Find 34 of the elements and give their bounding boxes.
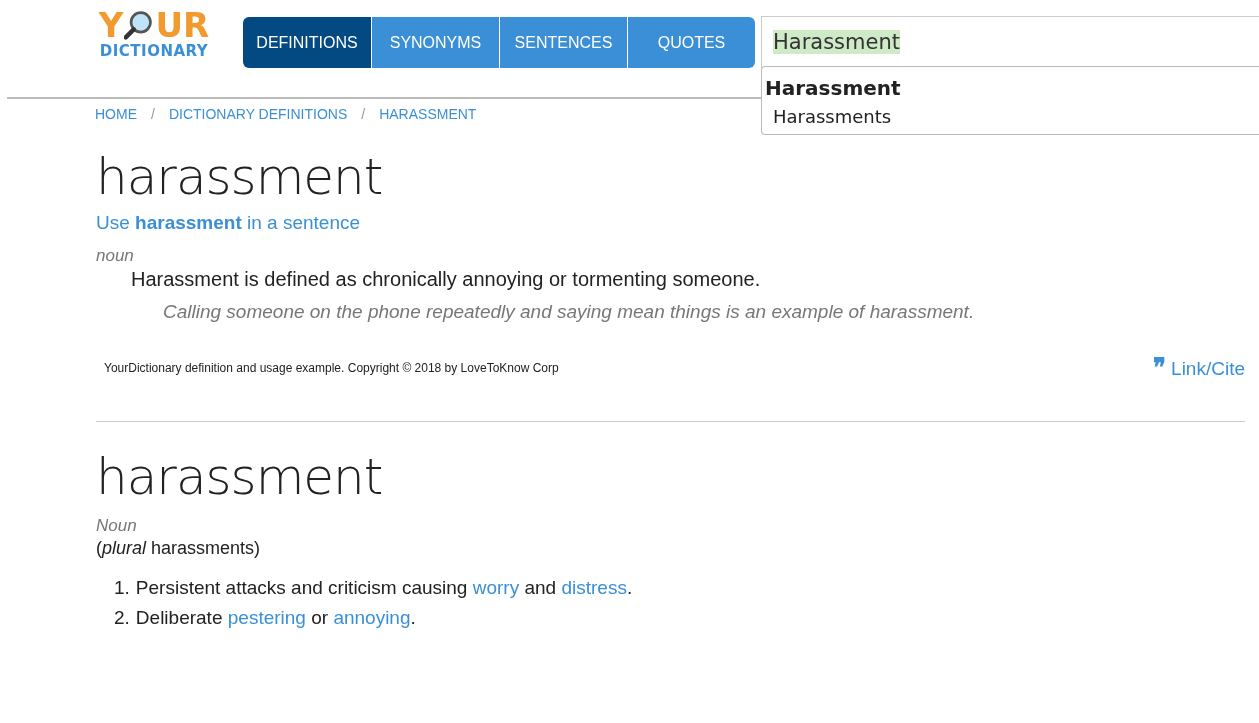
word-link[interactable]: distress: [561, 577, 627, 598]
nav-tab[interactable]: QUOTES: [627, 17, 755, 68]
nav-tab[interactable]: SENTENCES: [499, 17, 627, 68]
part-of-speech: noun: [96, 246, 135, 266]
cite-link[interactable]: ❞ Link/Cite: [1152, 353, 1245, 381]
headword: harassment: [96, 148, 384, 206]
sense-number: 1.: [114, 577, 130, 599]
breadcrumb-link[interactable]: HOME: [95, 106, 137, 122]
logo[interactable]: Y UR DICTIONARY: [92, 8, 216, 60]
example-sentence: Calling someone on the phone repeatedly and saying mean things is an example of harassment.: [163, 301, 976, 323]
definition-text: Harassment is defined as chronically annoying or tormenting someone.: [131, 268, 762, 291]
breadcrumb-link[interactable]: HARASSMENT: [379, 106, 477, 122]
sense-definition: Deliberate pestering or annoying.: [135, 607, 416, 629]
plural-form: (plural harassments): [96, 538, 262, 559]
part-of-speech: Noun: [96, 516, 138, 536]
word-link[interactable]: pestering: [227, 607, 306, 628]
sentence-link[interactable]: Use harassment in a sentence: [96, 212, 361, 234]
breadcrumb-separator: /: [151, 106, 155, 122]
nav-tab[interactable]: SYNONYMS: [371, 17, 499, 68]
suggestion-item[interactable]: Harassment: [762, 73, 1259, 103]
breadcrumb-link[interactable]: DICTIONARY DEFINITIONS: [168, 106, 348, 122]
word-link[interactable]: worry: [472, 577, 520, 598]
word-link[interactable]: annoying: [333, 607, 411, 628]
logo-text: Y: [98, 8, 124, 42]
magnifier-icon: [124, 10, 155, 40]
breadcrumb-separator: /: [361, 106, 366, 122]
sense-definition: Persistent attacks and criticism causing worry and distress.: [135, 577, 633, 599]
sense-number: 2.: [114, 607, 130, 629]
nav-tab[interactable]: DEFINITIONS: [243, 17, 371, 68]
logo-text: DICTIONARY: [99, 42, 209, 60]
suggestion-item[interactable]: Harassments: [762, 103, 1259, 130]
logo-text: UR: [155, 8, 210, 42]
headword: harassment: [96, 448, 384, 506]
copyright-text: YourDictionary definition and usage example. Copyright © 2018 by LoveToKnow Corp: [104, 361, 559, 375]
